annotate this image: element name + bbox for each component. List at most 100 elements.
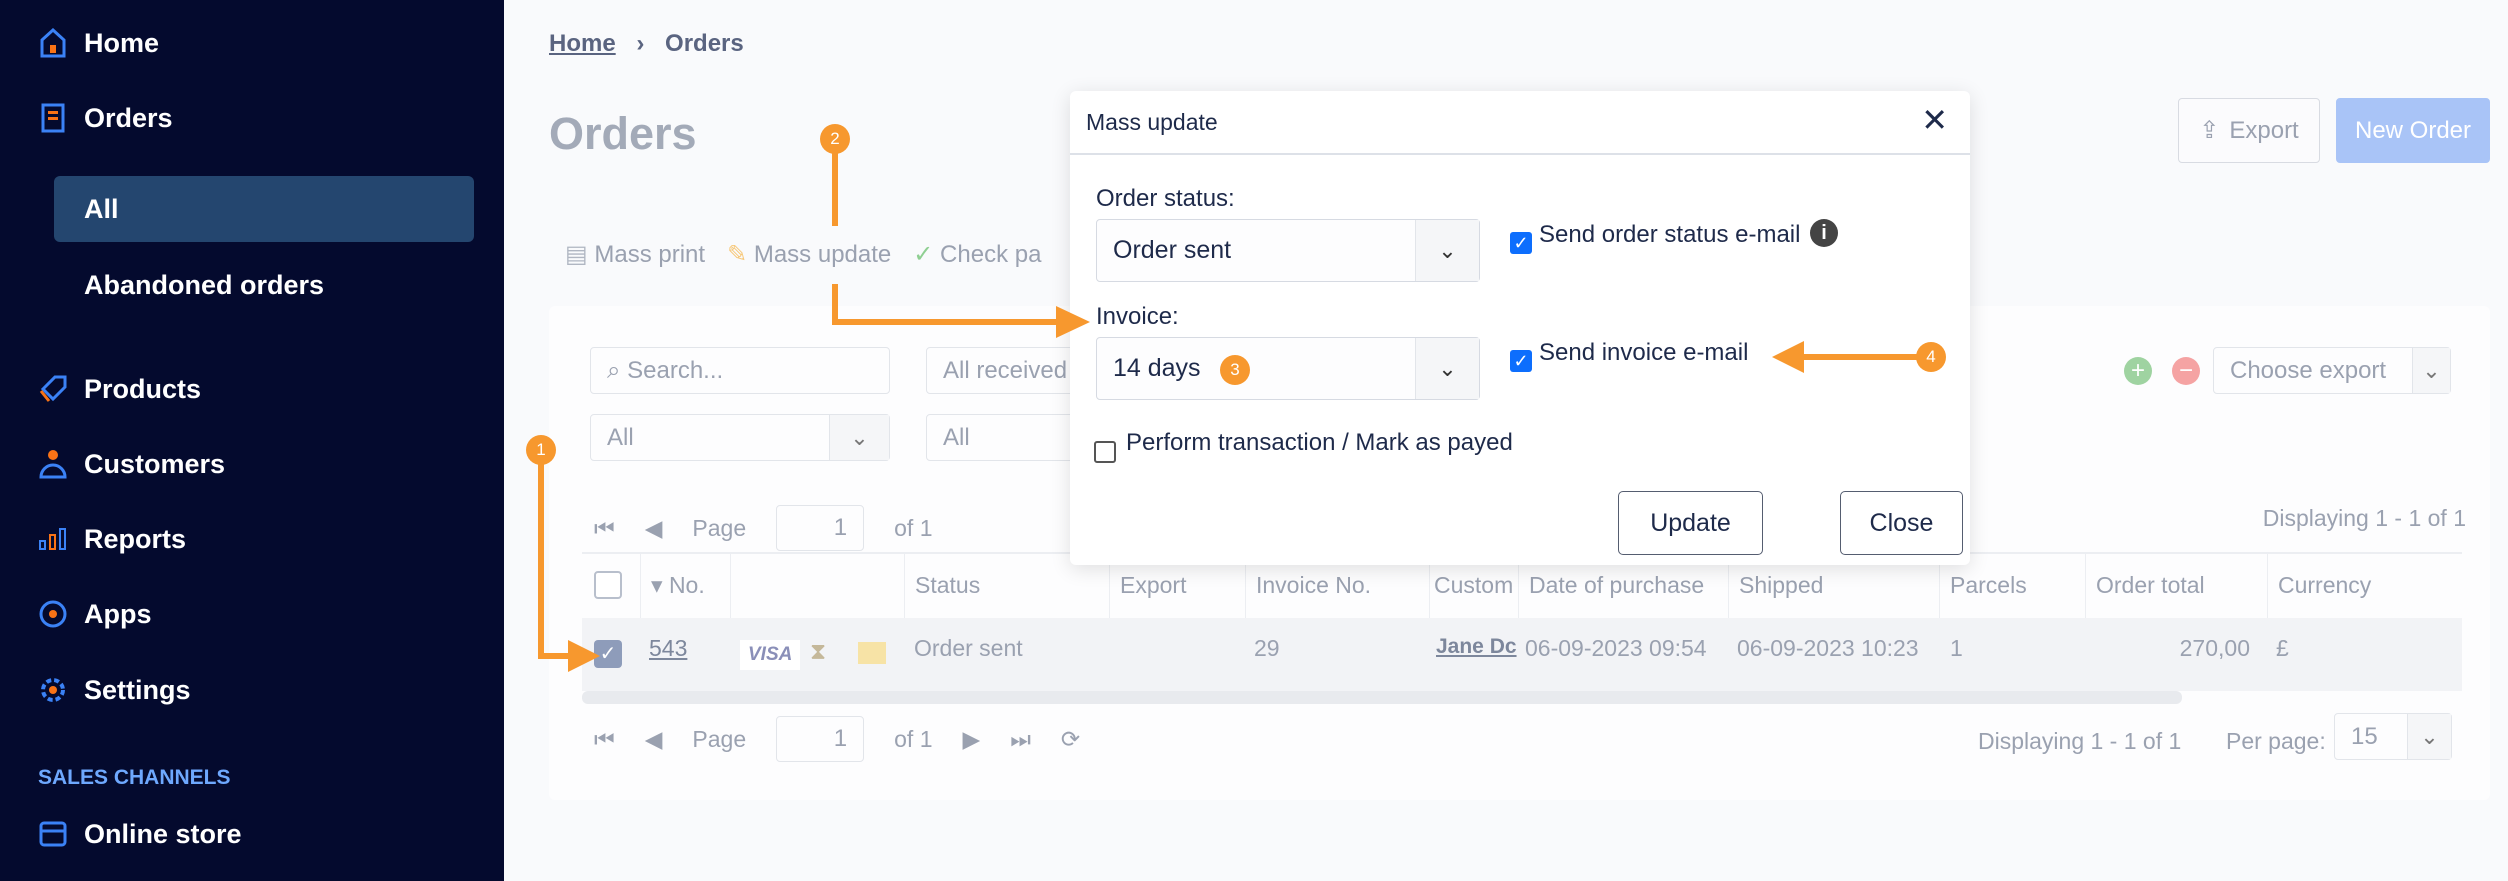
page-title: Orders xyxy=(549,108,697,159)
column-header-currency[interactable]: Currency xyxy=(2267,552,2461,618)
store-icon xyxy=(38,819,68,849)
first-page-icon[interactable]: ⏮ xyxy=(594,515,615,542)
send-invoice-email-label: Send invoice e-mail xyxy=(1539,339,1749,366)
search-icon: ⌕ xyxy=(607,356,621,384)
chevron-down-icon: ⌄ xyxy=(1415,220,1479,281)
orders-icon xyxy=(38,103,68,133)
last-page-icon[interactable]: ⏭ xyxy=(1010,726,1031,753)
gear-icon xyxy=(38,675,68,705)
annotation-badge-1: 1 xyxy=(526,435,556,465)
cell-currency: £ xyxy=(2276,635,2289,661)
top-pager: ⏮ ◀ Page 1 of 1 xyxy=(594,505,933,551)
chevron-down-icon: ⌄ xyxy=(1415,338,1479,399)
horizontal-scrollbar[interactable] xyxy=(582,691,2182,704)
tag-icon xyxy=(38,374,68,404)
per-page-select[interactable]: 15 ⌄ xyxy=(2334,713,2452,760)
dialog-title: Mass update xyxy=(1086,109,1218,135)
row-checkbox[interactable]: ✓ xyxy=(594,640,622,668)
sidebar-item-all[interactable]: All xyxy=(84,194,119,225)
card-icon xyxy=(858,642,886,664)
invoice-select[interactable]: 14 days ⌄ xyxy=(1096,337,1480,400)
choose-export-select[interactable]: Choose export ⌄ xyxy=(2213,347,2451,394)
displaying-text: Displaying 1 - 1 of 1 xyxy=(1978,728,2182,754)
apps-icon xyxy=(38,599,68,629)
refresh-icon[interactable]: ⟳ xyxy=(1061,726,1080,753)
per-page-label: Per page: xyxy=(2226,728,2326,754)
send-status-email-checkbox[interactable]: ✓ xyxy=(1510,232,1532,254)
select-all-checkbox[interactable] xyxy=(594,571,622,599)
section-heading: SALES CHANNELS xyxy=(38,766,231,789)
mass-update-dialog: Mass update ✕ Order status: Order sent ⌄ … xyxy=(1070,91,1970,565)
sidebar-item-online-store[interactable]: Online store xyxy=(38,809,242,859)
close-icon[interactable]: ✕ xyxy=(1921,101,1948,139)
cell-parcels: 1 xyxy=(1950,635,1963,661)
sidebar-item-products[interactable]: Products xyxy=(38,364,201,414)
label: Products xyxy=(84,373,202,404)
info-icon[interactable]: i xyxy=(1810,219,1838,247)
page-input[interactable]: 1 xyxy=(776,716,865,762)
sidebar-item-abandoned-orders[interactable]: Abandoned orders xyxy=(84,270,324,301)
search-input[interactable]: ⌕ Search... xyxy=(590,347,890,394)
label: Online store xyxy=(84,818,242,849)
order-status-label: Order status: xyxy=(1096,185,1235,212)
customer-link[interactable]: Jane Dc xyxy=(1436,635,1517,659)
check-payment-button[interactable]: ✓ Check pa xyxy=(913,240,1041,269)
printer-icon: ▤ xyxy=(565,241,588,268)
perform-transaction-checkbox[interactable] xyxy=(1094,441,1116,463)
user-icon xyxy=(38,449,68,479)
chevron-right-icon: › xyxy=(636,30,645,57)
column-header-total[interactable]: Order total xyxy=(2085,552,2267,618)
mass-print-button[interactable]: ▤ Mass print xyxy=(565,240,705,269)
sidebar-item-customers[interactable]: Customers xyxy=(38,439,225,489)
chevron-down-icon: ⌄ xyxy=(2412,348,2450,393)
home-icon xyxy=(38,28,68,58)
cell-date: 06-09-2023 09:54 xyxy=(1525,635,1707,661)
add-icon[interactable]: + xyxy=(2124,357,2152,385)
label: Home xyxy=(84,27,160,58)
sidebar: Home Orders All Abandoned orders Product… xyxy=(0,0,504,881)
order-status-select[interactable]: Order sent ⌄ xyxy=(1096,219,1480,282)
first-page-icon[interactable]: ⏮ xyxy=(594,726,615,753)
breadcrumb-home[interactable]: Home xyxy=(549,30,616,57)
next-page-icon[interactable]: ▶ xyxy=(963,726,981,753)
prev-page-icon[interactable]: ◀ xyxy=(645,726,663,753)
label: Orders xyxy=(84,102,173,133)
visa-icon: VISA xyxy=(740,640,801,670)
label: Customers xyxy=(84,448,226,479)
update-button[interactable]: Update xyxy=(1618,491,1763,555)
page-input[interactable]: 1 xyxy=(776,505,865,551)
sidebar-item-settings[interactable]: Settings xyxy=(38,665,191,715)
order-number-link[interactable]: 543 xyxy=(649,635,687,662)
displaying-text: Displaying 1 - 1 of 1 xyxy=(2262,505,2466,531)
mass-update-button[interactable]: ✎ Mass update xyxy=(727,240,891,269)
pencil-icon: ✎ xyxy=(727,241,748,268)
column-header-icons xyxy=(730,552,904,618)
prev-page-icon[interactable]: ◀ xyxy=(645,515,663,542)
cell-status: Order sent xyxy=(914,635,1023,661)
label: Export xyxy=(2229,116,2299,144)
toolbar: ▤ Mass print ✎ Mass update ✓ Check pa xyxy=(565,240,1041,269)
export-button[interactable]: ⇪ Export xyxy=(2178,98,2320,163)
column-header-no[interactable]: ▾ No. xyxy=(640,552,730,618)
new-order-button[interactable]: New Order xyxy=(2336,98,2490,163)
cell-total: 270,00 xyxy=(2179,635,2250,661)
upload-icon: ⇪ xyxy=(2199,117,2220,144)
chevron-down-icon: ⌄ xyxy=(2407,714,2451,759)
chart-icon xyxy=(38,524,68,554)
annotation-badge-4: 4 xyxy=(1916,342,1946,372)
sidebar-item-apps[interactable]: Apps xyxy=(38,589,152,639)
sidebar-item-orders[interactable]: Orders xyxy=(38,93,173,143)
sidebar-item-reports[interactable]: Reports xyxy=(38,514,186,564)
remove-icon[interactable]: − xyxy=(2172,357,2200,385)
breadcrumb-current: Orders xyxy=(665,30,744,57)
label: Apps xyxy=(84,598,152,629)
divider xyxy=(1070,153,1970,155)
bottom-pager: ⏮ ◀ Page 1 of 1 ▶ ⏭ ⟳ xyxy=(594,716,1080,762)
invoice-label: Invoice: xyxy=(1096,303,1179,330)
breadcrumb: Home › Orders xyxy=(549,30,744,58)
sidebar-item-home[interactable]: Home xyxy=(38,18,159,68)
send-invoice-email-checkbox[interactable]: ✓ xyxy=(1510,350,1532,372)
close-button[interactable]: Close xyxy=(1840,491,1963,555)
status-filter[interactable]: All ⌄ xyxy=(590,414,890,461)
cell-shipped: 06-09-2023 10:23 xyxy=(1737,635,1919,661)
